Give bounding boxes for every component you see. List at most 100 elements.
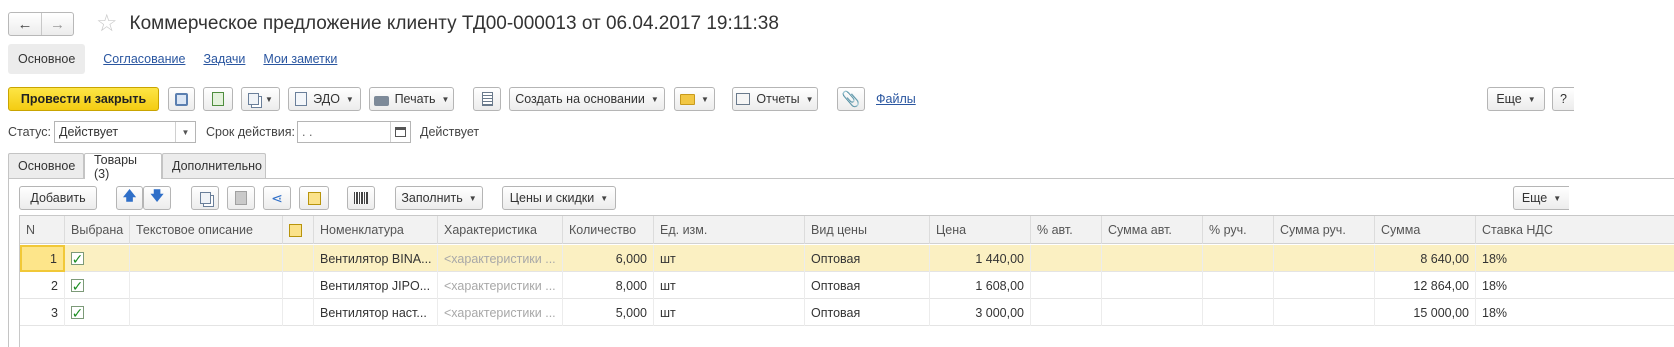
cell-price-type[interactable]: Оптовая [805,299,930,326]
cell-item[interactable]: Вентилятор JIPO... [314,272,438,299]
cell-sum[interactable]: 12 864,00 [1375,272,1476,299]
related-documents-button[interactable]: ▼ [674,87,715,111]
cell-manual-percent[interactable] [1203,272,1274,299]
column-header-quantity[interactable]: Количество [563,216,654,244]
column-header-auto-percent[interactable]: % авт. [1031,216,1102,244]
cell-text-description[interactable] [130,299,283,326]
save-button[interactable] [168,87,195,111]
cell-auto-percent[interactable] [1031,245,1102,272]
cell-n[interactable]: 1 [20,245,65,272]
copy-row-button[interactable] [191,186,219,210]
cell-manual-sum[interactable] [1274,272,1375,299]
cell-sum[interactable]: 15 000,00 [1375,299,1476,326]
structure-button[interactable]: ▼ [241,87,280,111]
files-link[interactable]: Файлы [876,92,916,106]
table-row[interactable]: 2 ✓ Вентилятор JIPO... <характеристики .… [20,272,1674,299]
cell-auto-sum[interactable] [1102,245,1203,272]
back-button[interactable]: ← [9,13,41,35]
cell-quantity[interactable]: 8,000 [563,272,654,299]
cell-selected[interactable]: ✓ [65,272,130,299]
column-header-item[interactable]: Номенклатура [314,216,438,244]
goods-more-button[interactable]: Еще ▼ [1513,186,1569,210]
cell-characteristic[interactable]: <характеристики ... [438,299,563,326]
cell-price[interactable]: 1 440,00 [930,245,1031,272]
cell-manual-percent[interactable] [1203,245,1274,272]
column-header-auto-sum[interactable]: Сумма авт. [1102,216,1203,244]
status-select[interactable]: Действует ▼ [54,121,196,143]
cell-manual-percent[interactable] [1203,299,1274,326]
cell-item[interactable]: Вентилятор наст... [314,299,438,326]
validity-date-input[interactable]: . . [297,121,411,143]
cell-manual-sum[interactable] [1274,245,1375,272]
calendar-button[interactable] [390,122,410,142]
cell-quantity[interactable]: 5,000 [563,299,654,326]
move-up-button[interactable]: 🡅 [116,186,143,210]
post-button[interactable] [203,87,233,111]
help-button[interactable]: ? [1552,87,1574,111]
column-header-n[interactable]: N [20,216,65,244]
checkbox-checked-icon[interactable]: ✓ [71,252,84,266]
split-row-button[interactable]: ⋖ [263,186,291,210]
prices-discounts-button[interactable]: Цены и скидки ▼ [502,186,616,210]
more-button[interactable]: Еще ▼ [1487,87,1545,111]
column-header-unit[interactable]: Ед. изм. [654,216,805,244]
section-tab-approval[interactable]: Согласование [103,52,185,66]
column-header-characteristic[interactable]: Характеристика [438,216,563,244]
paste-button[interactable] [227,186,255,210]
cell-price-type[interactable]: Оптовая [805,245,930,272]
cell-auto-sum[interactable] [1102,299,1203,326]
cell-vat-rate[interactable]: 18% [1476,272,1674,299]
column-header-price[interactable]: Цена [930,216,1031,244]
favorite-star-icon[interactable]: ☆ [96,12,118,36]
column-header-vat-rate[interactable]: Ставка НДС [1476,216,1674,244]
attach-button[interactable]: 📎 [837,87,865,111]
column-header-selected[interactable]: Выбрана [65,216,130,244]
select-rows-button[interactable] [299,186,329,210]
move-down-button[interactable]: 🡇 [143,186,171,210]
cell-n[interactable]: 2 [20,272,65,299]
section-tab-notes[interactable]: Мои заметки [263,52,337,66]
column-header-price-type[interactable]: Вид цены [805,216,930,244]
column-header-sum[interactable]: Сумма [1375,216,1476,244]
section-tab-main[interactable]: Основное [8,44,86,74]
column-header-manual-percent[interactable]: % руч. [1203,216,1274,244]
cell-selected[interactable]: ✓ [65,245,130,272]
column-header-manual-sum[interactable]: Сумма руч. [1274,216,1375,244]
cell-auto-percent[interactable] [1031,299,1102,326]
barcode-button[interactable] [347,186,375,210]
print-button[interactable]: Печать ▼ [369,87,454,111]
forward-button[interactable]: → [41,13,73,35]
column-header-picture[interactable] [283,216,314,244]
cell-price[interactable]: 1 608,00 [930,272,1031,299]
checkbox-checked-icon[interactable]: ✓ [71,306,84,320]
cell-auto-sum[interactable] [1102,272,1203,299]
section-tab-tasks[interactable]: Задачи [203,52,245,66]
cell-manual-sum[interactable] [1274,299,1375,326]
cell-selected[interactable]: ✓ [65,299,130,326]
cell-characteristic[interactable]: <характеристики ... [438,272,563,299]
edo-button[interactable]: ЭДО ▼ [288,87,361,111]
cell-picture[interactable] [283,272,314,299]
cell-price[interactable]: 3 000,00 [930,299,1031,326]
cell-n[interactable]: 3 [20,299,65,326]
table-row[interactable]: 3 ✓ Вентилятор наст... <характеристики .… [20,299,1674,326]
cell-unit[interactable]: шт [654,272,805,299]
cell-auto-percent[interactable] [1031,272,1102,299]
cell-text-description[interactable] [130,245,283,272]
cell-vat-rate[interactable]: 18% [1476,299,1674,326]
cell-picture[interactable] [283,299,314,326]
cell-characteristic[interactable]: <характеристики ... [438,245,563,272]
table-row[interactable]: 1 ✓ Вентилятор BINA... <характеристики .… [20,245,1674,272]
checkbox-checked-icon[interactable]: ✓ [71,279,84,293]
cell-item[interactable]: Вентилятор BINA... [314,245,438,272]
journal-button[interactable] [473,87,501,111]
add-row-button[interactable]: Добавить [19,186,97,210]
cell-quantity[interactable]: 6,000 [563,245,654,272]
tab-additional[interactable]: Дополнительно [162,153,266,178]
reports-button[interactable]: Отчеты ▼ [732,87,818,111]
create-based-on-button[interactable]: Создать на основании ▼ [509,87,665,111]
cell-sum[interactable]: 8 640,00 [1375,245,1476,272]
cell-vat-rate[interactable]: 18% [1476,245,1674,272]
cell-price-type[interactable]: Оптовая [805,272,930,299]
cell-picture[interactable] [283,245,314,272]
